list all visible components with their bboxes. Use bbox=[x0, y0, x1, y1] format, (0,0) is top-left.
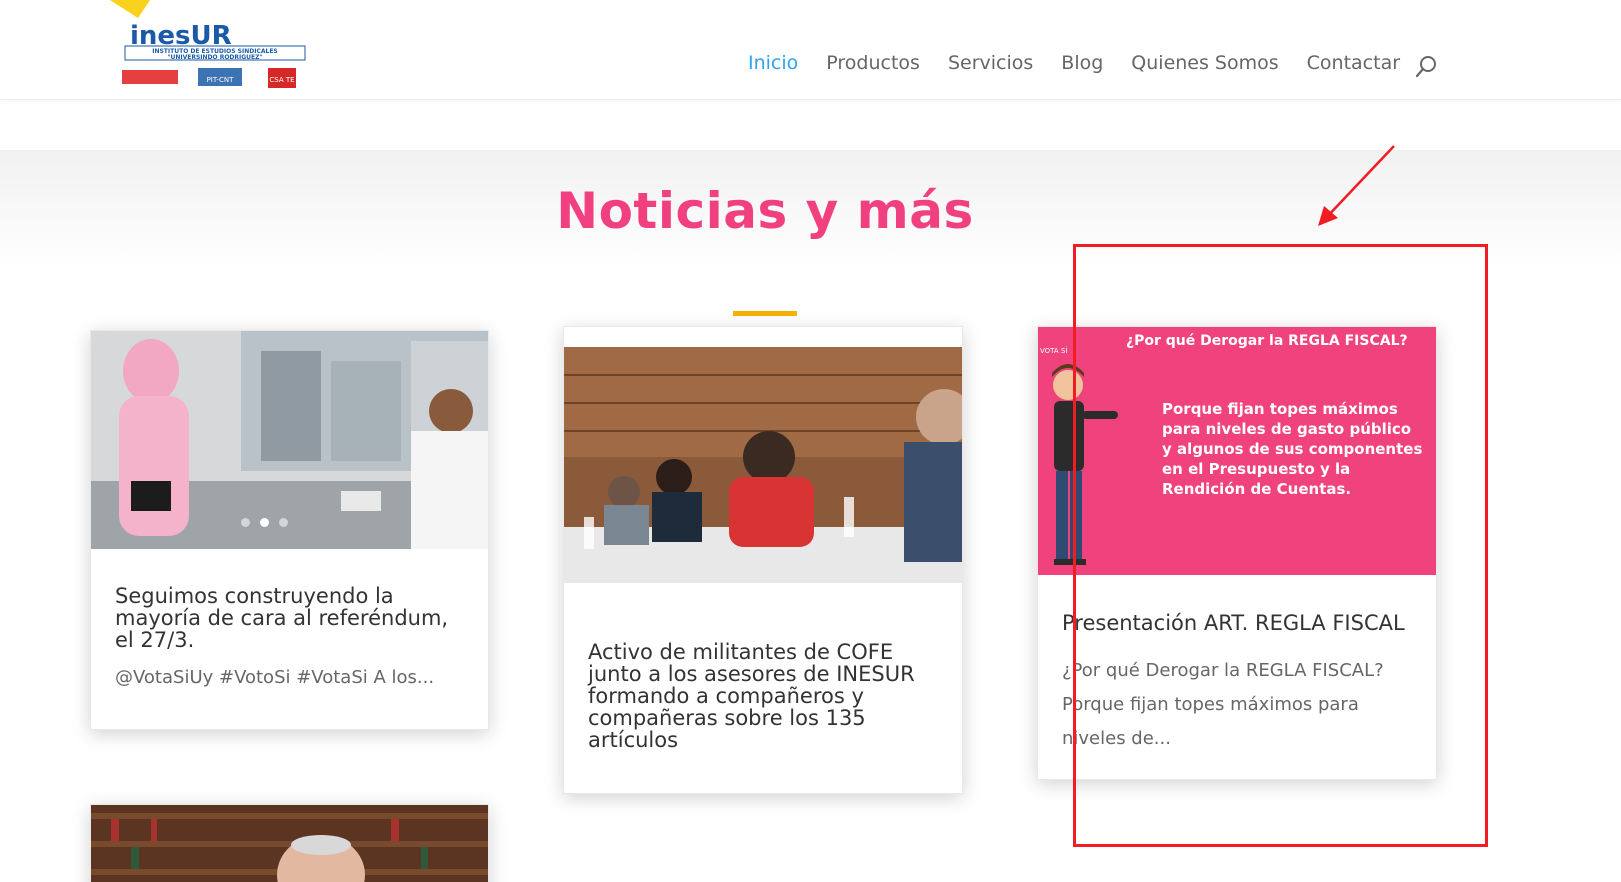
carousel-dot[interactable] bbox=[260, 518, 269, 527]
logo-partner2: CSA TE bbox=[269, 76, 294, 84]
nav-item-contactar[interactable]: Contactar bbox=[1307, 52, 1400, 74]
nav-item-productos[interactable]: Productos bbox=[826, 52, 920, 74]
nav-item-quienes-somos[interactable]: Quienes Somos bbox=[1131, 52, 1278, 74]
card-1-title[interactable]: Seguimos construyendo la mayoría de cara… bbox=[115, 585, 464, 651]
title-underline bbox=[733, 311, 797, 316]
search-icon[interactable] bbox=[1415, 55, 1439, 79]
site-header: inesUR INSTITUTO DE ESTUDIOS SINDICALES … bbox=[0, 0, 1621, 100]
slide-tag: VOTA SÍ bbox=[1040, 346, 1067, 355]
annotation-arrow-icon bbox=[1318, 145, 1395, 226]
carousel-dot[interactable] bbox=[241, 518, 250, 527]
main-nav: Inicio Productos Servicios Blog Quienes … bbox=[748, 52, 1428, 74]
nav-item-blog[interactable]: Blog bbox=[1061, 52, 1103, 74]
carousel-dot[interactable] bbox=[279, 518, 288, 527]
cartoon-man: VOTA SÍ bbox=[1040, 346, 1118, 565]
logo-line2: "UNIVERSINDO RODRIGUEZ" bbox=[167, 54, 262, 61]
carousel-dots bbox=[241, 518, 288, 527]
card-2-title[interactable]: Activo de militantes de COFE junto a los… bbox=[588, 641, 938, 751]
news-card-4[interactable] bbox=[90, 804, 489, 882]
news-card-1[interactable]: Seguimos construyendo la mayoría de cara… bbox=[90, 330, 489, 730]
card-4-image[interactable] bbox=[91, 805, 488, 882]
regla-fiscal-slide: VOTA SÍ ¿Por qué Derogar la REGLA FISCAL… bbox=[1038, 327, 1436, 575]
news-card-3[interactable]: VOTA SÍ ¿Por qué Derogar la REGLA FISCAL… bbox=[1037, 326, 1437, 780]
card-3-image[interactable]: VOTA SÍ ¿Por qué Derogar la REGLA FISCAL… bbox=[1038, 327, 1436, 575]
card-2-image[interactable] bbox=[564, 347, 962, 583]
nav-item-inicio[interactable]: Inicio bbox=[748, 52, 798, 74]
section-title: Noticias y más bbox=[556, 182, 974, 240]
card-1-excerpt: @VotaSiUy #VotoSi #VotaSi A los... bbox=[115, 667, 435, 688]
inesur-logo[interactable]: inesUR INSTITUTO DE ESTUDIOS SINDICALES … bbox=[110, 0, 320, 96]
card-1-image[interactable] bbox=[91, 331, 488, 549]
slide-question: ¿Por qué Derogar la REGLA FISCAL? bbox=[1126, 333, 1408, 349]
nav-item-servicios[interactable]: Servicios bbox=[948, 52, 1033, 74]
card-3-excerpt: ¿Por qué Derogar la REGLA FISCAL? Porque… bbox=[1062, 660, 1384, 749]
card-3-title[interactable]: Presentación ART. REGLA FISCAL bbox=[1062, 612, 1412, 634]
logo-partner1: PIT-CNT bbox=[207, 76, 235, 84]
news-card-2[interactable]: Activo de militantes de COFE junto a los… bbox=[563, 326, 963, 794]
slide-body: Porque fijan topes máximos para niveles … bbox=[1162, 400, 1423, 498]
